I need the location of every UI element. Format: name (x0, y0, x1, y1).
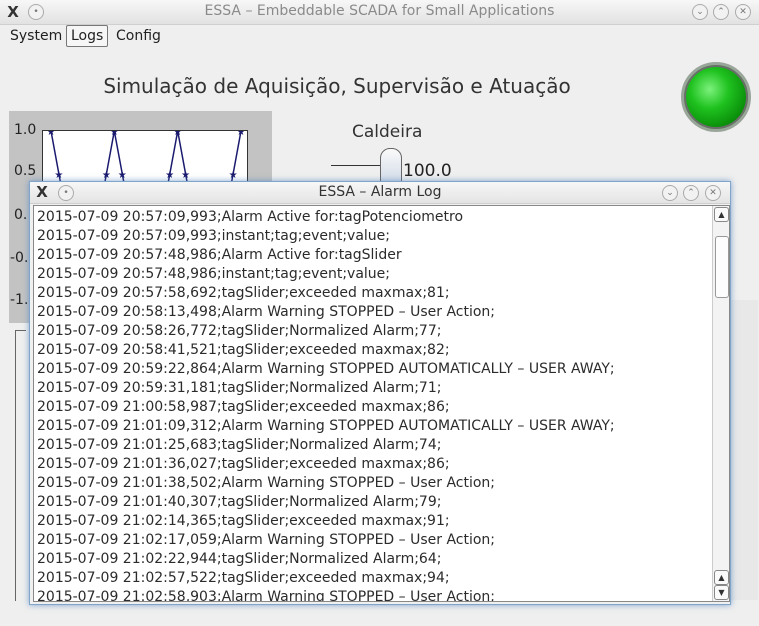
data-point: ★ (110, 131, 119, 138)
log-line: 2015-07-09 21:02:58,903;Alarm Warning ST… (37, 589, 496, 602)
alarm-log-textarea[interactable]: 2015-07-09 20:57:09,993;Alarm Active for… (33, 205, 730, 602)
page-title: Simulação de Aquisição, Supervisão e Atu… (103, 74, 571, 98)
log-line: 2015-07-09 21:01:38,502;Alarm Warning ST… (37, 475, 496, 491)
log-line: 2015-07-09 21:01:09,312;Alarm Warning ST… (37, 418, 615, 434)
status-led-indicator (681, 62, 751, 132)
main-titlebar[interactable]: X • ESSA – Embeddable SCADA for Small Ap… (0, 0, 759, 25)
scrollbar-thumb[interactable] (715, 236, 729, 298)
background-panel-edge (15, 330, 26, 601)
log-lines: 2015-07-09 20:57:09,993;Alarm Active for… (37, 208, 707, 602)
data-point: ★ (165, 170, 174, 181)
scroll-down-icon[interactable]: ▼ (714, 585, 729, 600)
log-line: 2015-07-09 21:01:25,683;tagSlider;Normal… (37, 437, 442, 453)
log-line: 2015-07-09 20:58:13,498;Alarm Warning ST… (37, 304, 496, 320)
y-tick-label: 0. (14, 207, 28, 223)
log-line: 2015-07-09 20:57:48,986;Alarm Active for… (37, 247, 402, 263)
log-line: 2015-07-09 20:58:41,521;tagSlider;exceed… (37, 342, 450, 358)
data-point: ★ (181, 170, 190, 181)
menu-system[interactable]: System (6, 24, 66, 48)
scroll-up-icon[interactable]: ▲ (714, 207, 729, 222)
close-icon[interactable]: ✕ (705, 185, 721, 201)
alarm-log-titlebar[interactable]: X • ESSA – Alarm Log ⌄ ⌃ ✕ (30, 182, 730, 204)
data-point: ★ (118, 170, 127, 181)
log-line: 2015-07-09 21:00:58,987;tagSlider;exceed… (37, 399, 450, 415)
log-line: 2015-07-09 20:59:22,864;Alarm Warning ST… (37, 361, 615, 377)
background-panel (730, 300, 758, 600)
menu-bar: System Logs Config (0, 24, 759, 50)
y-tick-label: 0.5 (14, 163, 37, 179)
window-title: ESSA – Embeddable SCADA for Small Applic… (204, 3, 555, 19)
vertical-scrollbar[interactable]: ▲ ▲ ▼ (712, 206, 729, 601)
data-point: ★ (102, 170, 111, 181)
y-tick-label: -0. (10, 250, 29, 266)
menu-config[interactable]: Config (112, 24, 165, 48)
log-line: 2015-07-09 20:57:48,986;instant;tag;even… (37, 266, 391, 282)
slider-track (331, 165, 381, 166)
data-point: ★ (237, 131, 246, 138)
log-line: 2015-07-09 21:01:36,027;tagSlider;exceed… (37, 456, 450, 472)
log-line: 2015-07-09 21:02:17,059;Alarm Warning ST… (37, 532, 496, 548)
log-line: 2015-07-09 20:57:09,993;Alarm Active for… (37, 209, 464, 225)
log-line: 2015-07-09 20:57:58,692;tagSlider;exceed… (37, 285, 450, 301)
data-point: ★ (54, 170, 63, 181)
minimize-icon[interactable]: ⌄ (662, 185, 678, 201)
close-icon[interactable]: ✕ (735, 4, 751, 20)
log-line: 2015-07-09 20:58:26,772;tagSlider;Normal… (37, 323, 442, 339)
minimize-icon[interactable]: ⌄ (692, 4, 708, 20)
data-point: ★ (47, 131, 56, 138)
log-line: 2015-07-09 21:02:22,944;tagSlider;Normal… (37, 551, 442, 567)
maximize-icon[interactable]: ⌃ (683, 185, 699, 201)
log-line: 2015-07-09 20:57:09,993;instant;tag;even… (37, 228, 391, 244)
log-line: 2015-07-09 21:02:57,522;tagSlider;exceed… (37, 570, 450, 586)
slider-label: Caldeira (352, 122, 423, 142)
menu-logs[interactable]: Logs (66, 25, 109, 47)
log-line: 2015-07-09 21:02:14,365;tagSlider;exceed… (37, 513, 450, 529)
log-line: 2015-07-09 20:59:31,181;tagSlider;Normal… (37, 380, 442, 396)
data-point: ★ (229, 170, 238, 181)
alarm-log-title: ESSA – Alarm Log (318, 184, 442, 200)
maximize-icon[interactable]: ⌃ (713, 4, 729, 20)
alarm-log-window: X • ESSA – Alarm Log ⌄ ⌃ ✕ 2015-07-09 20… (29, 181, 731, 605)
scroll-up-icon[interactable]: ▲ (714, 570, 729, 585)
slider-value: 100.0 (403, 161, 452, 181)
y-tick-label: -1. (10, 292, 29, 308)
data-point: ★ (173, 131, 182, 138)
log-line: 2015-07-09 21:01:40,307;tagSlider;Normal… (37, 494, 442, 510)
y-tick-label: 1.0 (14, 122, 37, 138)
